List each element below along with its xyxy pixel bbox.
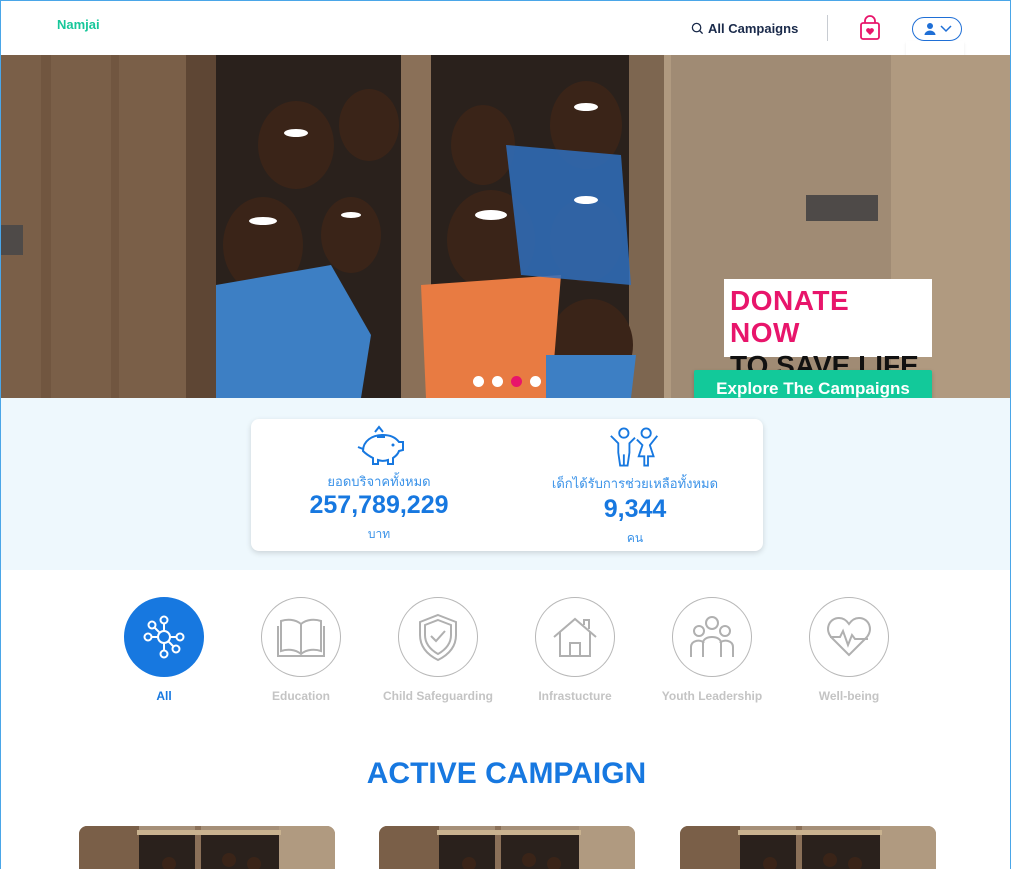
search-icon [691, 22, 704, 35]
category-youth-leadership[interactable]: Youth Leadership [652, 597, 772, 703]
user-menu-shadow [906, 41, 964, 55]
category-label: Infrastucture [538, 689, 612, 703]
children-icon [610, 427, 659, 467]
carousel-dot[interactable] [473, 376, 484, 387]
category-label: Education [271, 689, 330, 703]
category-education[interactable]: Education [241, 597, 361, 703]
campaign-card-image [79, 826, 335, 869]
shield-icon [419, 613, 457, 662]
chevron-down-icon [939, 25, 952, 33]
donations-value: 257,789,229 [309, 491, 449, 519]
category-circle [261, 597, 341, 677]
stats-card: ยอดบริจาคทั้งหมด 257,789,229 บาท เด็กได้… [251, 419, 763, 551]
category-circle [398, 597, 478, 677]
active-campaign-title: ACTIVE CAMPAIGN [366, 757, 647, 790]
campaign-card-image [680, 826, 936, 869]
logo[interactable]: Namjai [57, 17, 100, 32]
stats-section: ยอดบริจาคทั้งหมด 257,789,229 บาท เด็กได้… [1, 398, 1010, 570]
category-child-safeguarding[interactable]: Child Safeguarding [378, 597, 498, 703]
category-label: Child Safeguarding [382, 689, 493, 703]
stat-donations: ยอดบริจาคทั้งหมด 257,789,229 บาท [251, 419, 507, 551]
explore-campaigns-button[interactable]: Explore The Campaigns [694, 370, 932, 398]
category-circle [672, 597, 752, 677]
all-campaigns-link[interactable]: All Campaigns [691, 21, 798, 36]
user-icon [924, 23, 935, 35]
category-label: Youth Leadership [661, 689, 763, 703]
campaign-card-image [379, 826, 635, 869]
carousel-dot-active[interactable] [511, 376, 522, 387]
donations-label: ยอดบริจาคทั้งหมด [327, 475, 431, 490]
campaign-card[interactable] [79, 826, 335, 869]
category-label: All [156, 689, 172, 703]
campaign-card[interactable] [680, 826, 936, 869]
category-circle [809, 597, 889, 677]
user-menu-button[interactable] [912, 17, 962, 41]
category-infrastructure[interactable]: Infrastucture [515, 597, 635, 703]
children-unit: คน [626, 531, 644, 545]
book-icon [277, 618, 325, 657]
people-icon [690, 616, 734, 657]
carousel-dot[interactable] [530, 376, 541, 387]
hero-headline: DONATE NOW TO SAVE LIFE [724, 279, 932, 381]
heart-pulse-icon [827, 616, 871, 657]
category-label: Well-being [818, 689, 880, 703]
all-campaigns-label: All Campaigns [708, 21, 799, 36]
top-nav: Namjai All Campaigns [1, 1, 1010, 55]
children-value: 9,344 [603, 495, 667, 523]
carousel-dot[interactable] [492, 376, 503, 387]
category-circle [124, 597, 204, 677]
donation-bag-icon[interactable] [858, 15, 882, 41]
house-icon [553, 617, 597, 657]
hero-banner: DONATE NOW TO SAVE LIFE Explore The Camp… [1, 55, 1010, 398]
hero-headline-line1: DONATE NOW [730, 285, 850, 348]
category-all[interactable]: All [104, 597, 224, 703]
page: Namjai All Campaigns DONATE NOW TO SAVE … [0, 0, 1011, 869]
category-well-being[interactable]: Well-being [789, 597, 909, 703]
piggy-bank-icon [357, 425, 404, 465]
campaign-card[interactable] [379, 826, 635, 869]
carousel-dots [473, 376, 541, 387]
network-icon [143, 615, 185, 659]
category-circle [535, 597, 615, 677]
children-label: เด็กได้รับการช่วยเหลือทั้งหมด [551, 477, 719, 492]
stat-children: เด็กได้รับการช่วยเหลือทั้งหมด 9,344 คน [507, 419, 763, 551]
donations-unit: บาท [367, 527, 391, 541]
nav-divider [827, 15, 828, 41]
